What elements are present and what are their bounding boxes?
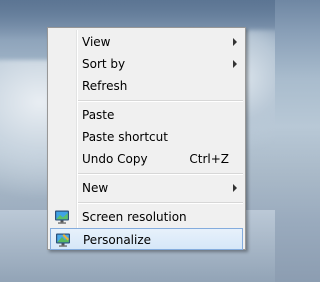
menu-item-label: View xyxy=(82,35,111,49)
menu-item-label: Refresh xyxy=(82,79,128,93)
personalize-icon xyxy=(55,232,71,248)
menu-item-sort-by[interactable]: Sort by xyxy=(50,53,243,75)
menu-item-view[interactable]: View xyxy=(50,31,243,53)
menu-item-shortcut: Ctrl+Z xyxy=(189,152,229,166)
menu-item-refresh[interactable]: Refresh xyxy=(50,75,243,97)
menu-item-new[interactable]: New xyxy=(50,177,243,199)
menu-item-paste[interactable]: Paste xyxy=(50,104,243,126)
menu-separator xyxy=(78,202,243,204)
submenu-arrow-icon xyxy=(233,184,237,192)
menu-separator xyxy=(78,100,243,102)
menu-item-label: New xyxy=(82,181,109,195)
display-settings-icon xyxy=(54,209,70,225)
menu-item-label: Paste xyxy=(82,108,115,122)
menu-item-paste-shortcut[interactable]: Paste shortcut xyxy=(50,126,243,148)
menu-item-undo-copy[interactable]: Undo Copy Ctrl+Z xyxy=(50,148,243,170)
menu-item-screen-resolution[interactable]: Screen resolution xyxy=(50,206,243,228)
menu-item-personalize[interactable]: Personalize xyxy=(50,228,243,250)
menu-item-label: Sort by xyxy=(82,57,126,71)
submenu-arrow-icon xyxy=(233,60,237,68)
menu-item-label: Screen resolution xyxy=(82,210,187,224)
menu-item-label: Undo Copy xyxy=(82,152,148,166)
desktop-context-menu: View Sort by Refresh Paste Paste shortcu… xyxy=(47,27,246,250)
menu-item-label: Paste shortcut xyxy=(82,130,168,144)
submenu-arrow-icon xyxy=(233,38,237,46)
menu-separator xyxy=(78,173,243,175)
menu-item-label: Personalize xyxy=(83,233,152,247)
